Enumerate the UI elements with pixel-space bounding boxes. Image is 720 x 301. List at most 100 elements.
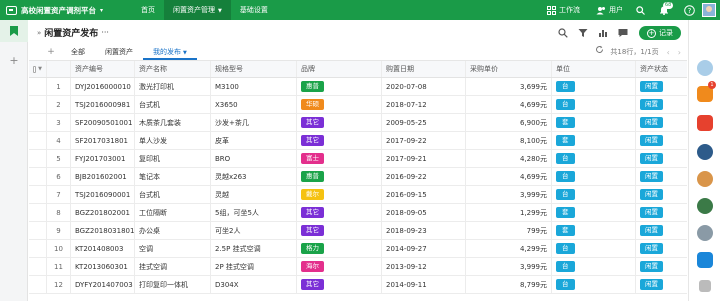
purchase-date: 2014-09-11 — [382, 276, 466, 293]
notifications-button[interactable]: 68 — [653, 2, 678, 15]
users-button[interactable]: 用户 — [588, 5, 631, 15]
avatar[interactable] — [697, 198, 713, 214]
avatar[interactable] — [697, 144, 713, 160]
row-checkbox[interactable] — [29, 132, 47, 149]
brand-cell: 其它 — [297, 114, 382, 131]
view-tabs: + 全部 闲置资产 我的发布 ▼ 共18行，1/1页 ‹ › — [29, 45, 687, 61]
header-price[interactable]: 采购单价 — [466, 61, 552, 77]
users-icon — [596, 6, 605, 14]
row-checkbox[interactable] — [29, 186, 47, 203]
tab-idle-assets[interactable]: 闲置资产 — [95, 45, 143, 60]
brand-tag: 格力 — [301, 243, 324, 254]
chevron-down-icon[interactable]: ▾ — [100, 7, 103, 14]
row-checkbox[interactable] — [29, 240, 47, 257]
asset-spec: BRO — [211, 150, 297, 167]
row-checkbox[interactable] — [29, 222, 47, 239]
row-checkbox[interactable] — [29, 204, 47, 221]
table-row[interactable]: 6 BJB201602001 笔记本 灵越x263 惠普 2016-09-22 4,699元… — [29, 168, 687, 186]
brand-cell: 戴尔 — [297, 186, 382, 203]
header-brand[interactable]: 品牌 — [297, 61, 382, 77]
calendar-icon[interactable] — [697, 115, 713, 131]
add-view-icon[interactable]: + — [41, 45, 61, 60]
avatar[interactable] — [697, 171, 713, 187]
status-badge: 闲置 — [640, 225, 663, 236]
table-row[interactable]: 7 TSJ2016090001 台式机 灵越 戴尔 2016-09-15 3,999元台 闲置 — [29, 186, 687, 204]
row-checkbox[interactable] — [29, 150, 47, 167]
refresh-icon[interactable] — [595, 45, 604, 60]
chart-icon[interactable] — [598, 28, 608, 38]
table-row[interactable]: 12 DYFY201407003 打印复印一体机 D304X 其它 2014-09-11 8… — [29, 276, 687, 294]
nav-home[interactable]: 首页 — [132, 0, 164, 20]
table-row[interactable]: 5 FYJ201703001 复印机 BRO 富士 2017-09-21 4,280元台 闲置 — [29, 150, 687, 168]
asset-spec: X3650 — [211, 96, 297, 113]
expand-arrows-icon[interactable]: » — [37, 29, 41, 37]
table-row[interactable]: 2 TSJ2016000981 台式机 X3650 华硕 2018-07-12 4,699元… — [29, 96, 687, 114]
brand-tag: 富士 — [301, 153, 324, 164]
avatar[interactable] — [697, 60, 713, 76]
purchase-date: 2020-07-08 — [382, 78, 466, 95]
bookmark-tab[interactable] — [0, 20, 28, 42]
purchase-price: 1,299元 — [466, 204, 552, 221]
header-date[interactable]: 购置日期 — [382, 61, 466, 77]
tab-all[interactable]: 全部 — [61, 45, 95, 60]
chat-icon[interactable] — [697, 252, 713, 268]
filter-icon[interactable] — [578, 28, 588, 38]
status-badge: 闲置 — [640, 207, 663, 218]
header-name[interactable]: 资产名称 — [135, 61, 211, 77]
table-row[interactable]: 3 SF20090501001 木质茶几套装 沙发+茶几 其它 2009-05-25 6,9… — [29, 114, 687, 132]
unit-tag: 台 — [556, 243, 575, 254]
table-row[interactable]: 10 KT201408003 空调 2.5P 挂式空调 格力 2014-09-27 4,29… — [29, 240, 687, 258]
purchase-date: 2016-09-22 — [382, 168, 466, 185]
prev-page-icon[interactable]: ‹ — [667, 45, 670, 60]
row-checkbox[interactable] — [29, 114, 47, 131]
table-row[interactable]: 11 KT2013060301 挂式空调 2P 挂式空调 海尔 2013-09-12 3,9… — [29, 258, 687, 276]
row-checkbox[interactable] — [29, 276, 47, 293]
status-badge: 闲置 — [640, 117, 663, 128]
status-badge: 闲置 — [640, 171, 663, 182]
header-unit[interactable]: 单位 — [552, 61, 636, 77]
unit-tag: 台 — [556, 99, 575, 110]
table-row[interactable]: 4 SF2017031801 单人沙发 皮革 其它 2017-09-22 8,100元套 闲置 — [29, 132, 687, 150]
chevron-down-icon[interactable]: ▼ — [183, 50, 187, 56]
more-options-icon[interactable]: ··· — [101, 28, 109, 37]
tab-all-label: 全部 — [71, 48, 85, 56]
asset-code: SF20090501001 — [71, 114, 135, 131]
workflow-button[interactable]: 工作流 — [539, 5, 588, 15]
nav-idle-asset-management[interactable]: 闲置资产管理 ▼ — [164, 0, 231, 20]
search-icon[interactable] — [558, 28, 568, 38]
asset-spec: 沙发+茶几 — [211, 114, 297, 131]
table-row[interactable]: 1 DYJ2016000010 激光打印机 M3100 惠普 2020-07-08 3,69… — [29, 78, 687, 96]
row-checkbox[interactable] — [29, 258, 47, 275]
contacts-icon[interactable] — [699, 280, 711, 292]
tab-my-posts[interactable]: 我的发布 ▼ — [143, 45, 197, 60]
row-index: 6 — [47, 168, 71, 185]
row-checkbox[interactable] — [29, 78, 47, 95]
workflow-label: 工作流 — [559, 6, 580, 14]
nav-basic-settings[interactable]: 基础设置 — [231, 0, 277, 20]
user-avatar[interactable] — [702, 3, 716, 17]
add-record-button[interactable]: + 记录 — [639, 26, 681, 40]
app-logo[interactable]: 高校闲置资产调剂平台 ▾ — [0, 0, 132, 20]
brand-tag: 戴尔 — [301, 189, 324, 200]
unit-tag: 套 — [556, 135, 575, 146]
table-row[interactable]: 9 BGZ2018031801 办公桌 可坐2人 其它 2018-09-23 799元套 闲置 — [29, 222, 687, 240]
unit-cell: 台 — [552, 150, 636, 167]
row-checkbox[interactable] — [29, 168, 47, 185]
table-row[interactable]: 8 BGZ201802001 工位隔断 5组，可坐5人 其它 2018-09-05 1,29… — [29, 204, 687, 222]
brand-cell: 华硕 — [297, 96, 382, 113]
row-index: 10 — [47, 240, 71, 257]
help-button[interactable]: ? — [682, 3, 696, 17]
comment-icon[interactable] — [618, 28, 628, 38]
add-icon[interactable]: + — [0, 50, 28, 70]
header-status[interactable]: 资产状态 — [636, 61, 687, 77]
next-page-icon[interactable]: › — [678, 45, 681, 60]
status-cell: 闲置 — [636, 168, 687, 185]
asset-code: FYJ201703001 — [71, 150, 135, 167]
search-button[interactable] — [631, 5, 653, 15]
asset-name: 打印复印一体机 — [135, 276, 211, 293]
row-checkbox[interactable] — [29, 96, 47, 113]
select-all-checkbox[interactable]: ▼ — [29, 61, 47, 77]
avatar[interactable] — [697, 225, 713, 241]
header-spec[interactable]: 规格型号 — [211, 61, 297, 77]
header-code[interactable]: 资产编号 — [71, 61, 135, 77]
